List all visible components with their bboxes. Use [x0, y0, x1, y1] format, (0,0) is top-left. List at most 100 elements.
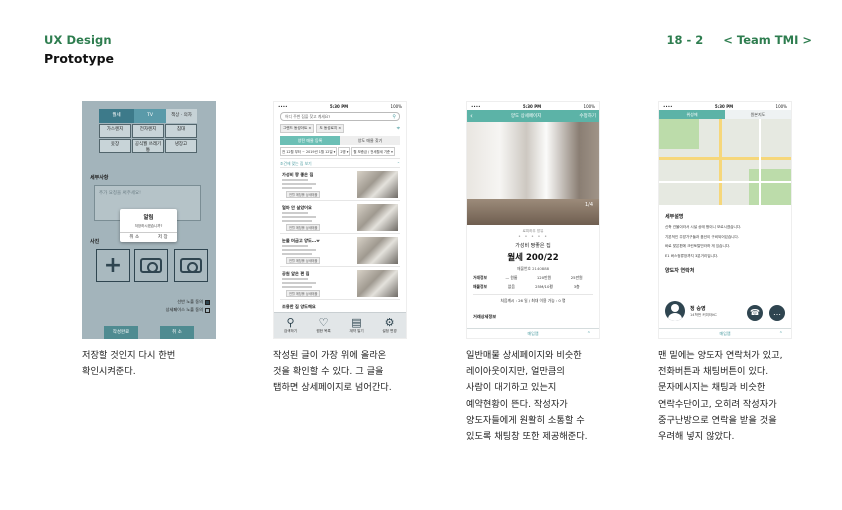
tab-desk-chair[interactable]: 책상 · 의자 — [166, 109, 197, 123]
matching-header[interactable]: 조건에 맞는 집 보기 ⌃ — [280, 158, 400, 167]
search-icon: ⚲ — [286, 316, 295, 329]
road — [719, 119, 722, 205]
heart-icon: ♡ — [318, 316, 329, 329]
camera-icon — [180, 258, 202, 273]
road — [759, 119, 761, 205]
agree-checkbox-1[interactable]: 선반 노출 동의 — [177, 299, 210, 305]
listing-detail-line — [282, 187, 312, 189]
document-icon: ▤ — [351, 316, 362, 329]
date-filter-dropdown[interactable]: 전 12월 부터 ~ 2019년 1월 12일 ▾ — [280, 147, 338, 156]
tab-tv[interactable]: TV — [134, 109, 166, 123]
people-filter-dropdown[interactable]: 2명 ▾ — [338, 147, 351, 156]
filter-chip[interactable]: 도 동성로지 × — [316, 124, 345, 133]
page-number: 18 - 2 — [666, 33, 704, 47]
listing-detail-line — [282, 220, 312, 222]
option-trash[interactable]: 공식월 쓰레기통 — [132, 139, 164, 153]
bottom-map-bar[interactable]: 매입맵 ⌃ — [467, 328, 599, 338]
checkbox-checked — [205, 299, 210, 305]
location-pin-icon[interactable]: ⌖ — [397, 125, 400, 132]
chat-button[interactable]: … — [769, 305, 785, 321]
listing-item[interactable]: 눈물 머금고 양도…ㅠ 전월 매칭률 상세매물 — [280, 233, 400, 266]
listing-item[interactable]: 공원 앞은 편 집 전월 매칭률 상세매물 — [280, 266, 400, 299]
photo-slot-1[interactable] — [134, 249, 168, 282]
status-time: 5:30 PM — [329, 103, 349, 109]
photo-slot-2[interactable] — [174, 249, 208, 282]
battery-level: 100% — [390, 103, 402, 109]
signal-icon: •••• — [471, 103, 481, 109]
listing-thumbnail — [357, 237, 398, 264]
listing-badge: 전월 매칭률 상세매물 — [286, 191, 321, 198]
back-arrow-icon[interactable]: ‹ — [470, 112, 473, 120]
gear-icon: ⚙ — [384, 316, 395, 329]
screen-registration-form: 월세 TV 책상 · 의자 가스렌지 전자렌지 침대 옷장 공식월 쓰레기통 냉… — [82, 101, 216, 339]
tab-monthly[interactable]: 월세 — [99, 109, 134, 123]
tab-satellite[interactable]: 위성에 — [659, 110, 725, 119]
listing-title: 조용한 집 양도해요 — [282, 304, 316, 309]
edit-button[interactable]: 수정하기 — [579, 113, 596, 119]
section-heading: 거래상세정보 — [473, 314, 497, 319]
map-view[interactable] — [659, 119, 791, 205]
avatar — [665, 301, 685, 321]
cancel-form-button[interactable]: 취 소 — [160, 326, 194, 339]
tab-register-listing[interactable]: 양전 매물 등록 — [280, 136, 340, 145]
slide-title: Prototype — [44, 51, 115, 66]
slide-header: UX Design Prototype — [44, 33, 114, 66]
screen-map-contact: •••• 5:30 PM 100% 위성에 원본지도 세부설명 신축 건물이라서… — [658, 101, 792, 339]
add-photo-button[interactable]: + — [96, 249, 130, 282]
dialog-cancel-button[interactable]: 취 소 — [120, 233, 149, 242]
contact-title: 양도자 연락처 — [665, 268, 695, 274]
bottom-map-bar[interactable]: 매입맵 ⌃ — [659, 328, 791, 338]
room-photo[interactable]: 1/4 — [467, 122, 599, 225]
detail-title: 세부설명 — [665, 214, 684, 220]
caption-2: 작성된 글이 가장 위에 올라온 것을 확인할 수 있다. 그 글을 탭하면 상… — [273, 350, 392, 394]
option-microwave[interactable]: 전자렌지 — [132, 124, 164, 138]
chevron-up-icon: ⌃ — [586, 331, 591, 337]
listing-detail-line — [282, 245, 308, 247]
status-bar: •••• 5:30 PM 100% — [274, 102, 406, 110]
dialog-buttons: 취 소 저 장 — [120, 232, 177, 242]
tab-favorites[interactable]: ♡ 찜한 목록 — [307, 313, 340, 338]
phone-icon: ☎ — [750, 308, 760, 317]
battery-level: 100% — [583, 103, 595, 109]
listing-item[interactable]: 가성비 짱 좋은 집 전월 매칭률 상세매물 — [280, 167, 400, 200]
road — [659, 181, 791, 183]
listing-thumbnail — [357, 171, 398, 198]
option-closet[interactable]: 옷장 — [99, 139, 131, 153]
listing-detail-line — [282, 286, 312, 288]
tab-settings[interactable]: ⚙ 설정 변경 — [373, 313, 406, 338]
tab-map[interactable]: 원본지도 — [725, 110, 791, 119]
option-gas-range[interactable]: 가스렌지 — [99, 124, 131, 138]
search-input[interactable]: 어디 주변 집을 찾고 계세요? ⚲ — [280, 112, 400, 121]
call-button[interactable]: ☎ — [747, 305, 763, 321]
listing-info-row: 매물정보 없음 25M/10평 3층 — [473, 284, 580, 289]
dialog-save-button[interactable]: 저 장 — [149, 233, 178, 242]
photo-counter: 1/4 — [584, 202, 593, 208]
agent-company: 14학번 커미터KC — [690, 312, 717, 317]
option-fridge[interactable]: 냉장고 — [165, 139, 197, 153]
tab-contract[interactable]: ▤ 계약 일기 — [340, 313, 373, 338]
listing-detail-line — [282, 253, 312, 255]
submit-button[interactable]: 작성완료 — [104, 326, 138, 339]
option-bed[interactable]: 침대 — [165, 124, 197, 138]
listing-item[interactable]: 얼마 안 살았어요 전월 매칭률 상세매물 — [280, 200, 400, 233]
dialog-message: 저장하시겠습니까? — [134, 224, 163, 228]
listing-title: 공원 앞은 편 집 — [282, 271, 310, 276]
detail-nav-title: 양도 상세페이지 — [510, 114, 542, 119]
photo-page-dots: • • • • • — [517, 234, 549, 240]
listing-title: 눈물 머금고 양도…ㅠ — [282, 238, 320, 243]
tab-search[interactable]: ⚲ 검색하기 — [274, 313, 307, 338]
deal-info-row: 거래정보 — 원룸 120만원 25만원 — [473, 275, 583, 280]
park-area — [659, 119, 699, 149]
price-filter-dropdown[interactable]: 월 보증금 / 전세월세 기준 ▾ — [351, 147, 395, 156]
slide-header-right: 18 - 2 < Team TMI > — [646, 33, 812, 47]
filter-chip[interactable]: 그랜드 동성아트 × — [280, 124, 315, 133]
listing-detail-line — [282, 216, 316, 218]
tab-find-listing[interactable]: 양도 매물 찾기 — [340, 136, 400, 145]
listing-badge: 전월 매칭률 상세매물 — [286, 224, 321, 231]
team-name: < Team TMI > — [723, 33, 812, 47]
agent-card: 정 승영 14학번 커미터KC — [665, 301, 717, 321]
status-time: 5:30 PM — [522, 103, 542, 109]
screen-listing-feed: •••• 5:30 PM 100% 어디 주변 집을 찾고 계세요? ⚲ 그랜드… — [273, 101, 407, 339]
agree-checkbox-2[interactable]: 상세페이스 노출 동의 — [166, 307, 210, 313]
battery-level: 100% — [775, 103, 787, 109]
